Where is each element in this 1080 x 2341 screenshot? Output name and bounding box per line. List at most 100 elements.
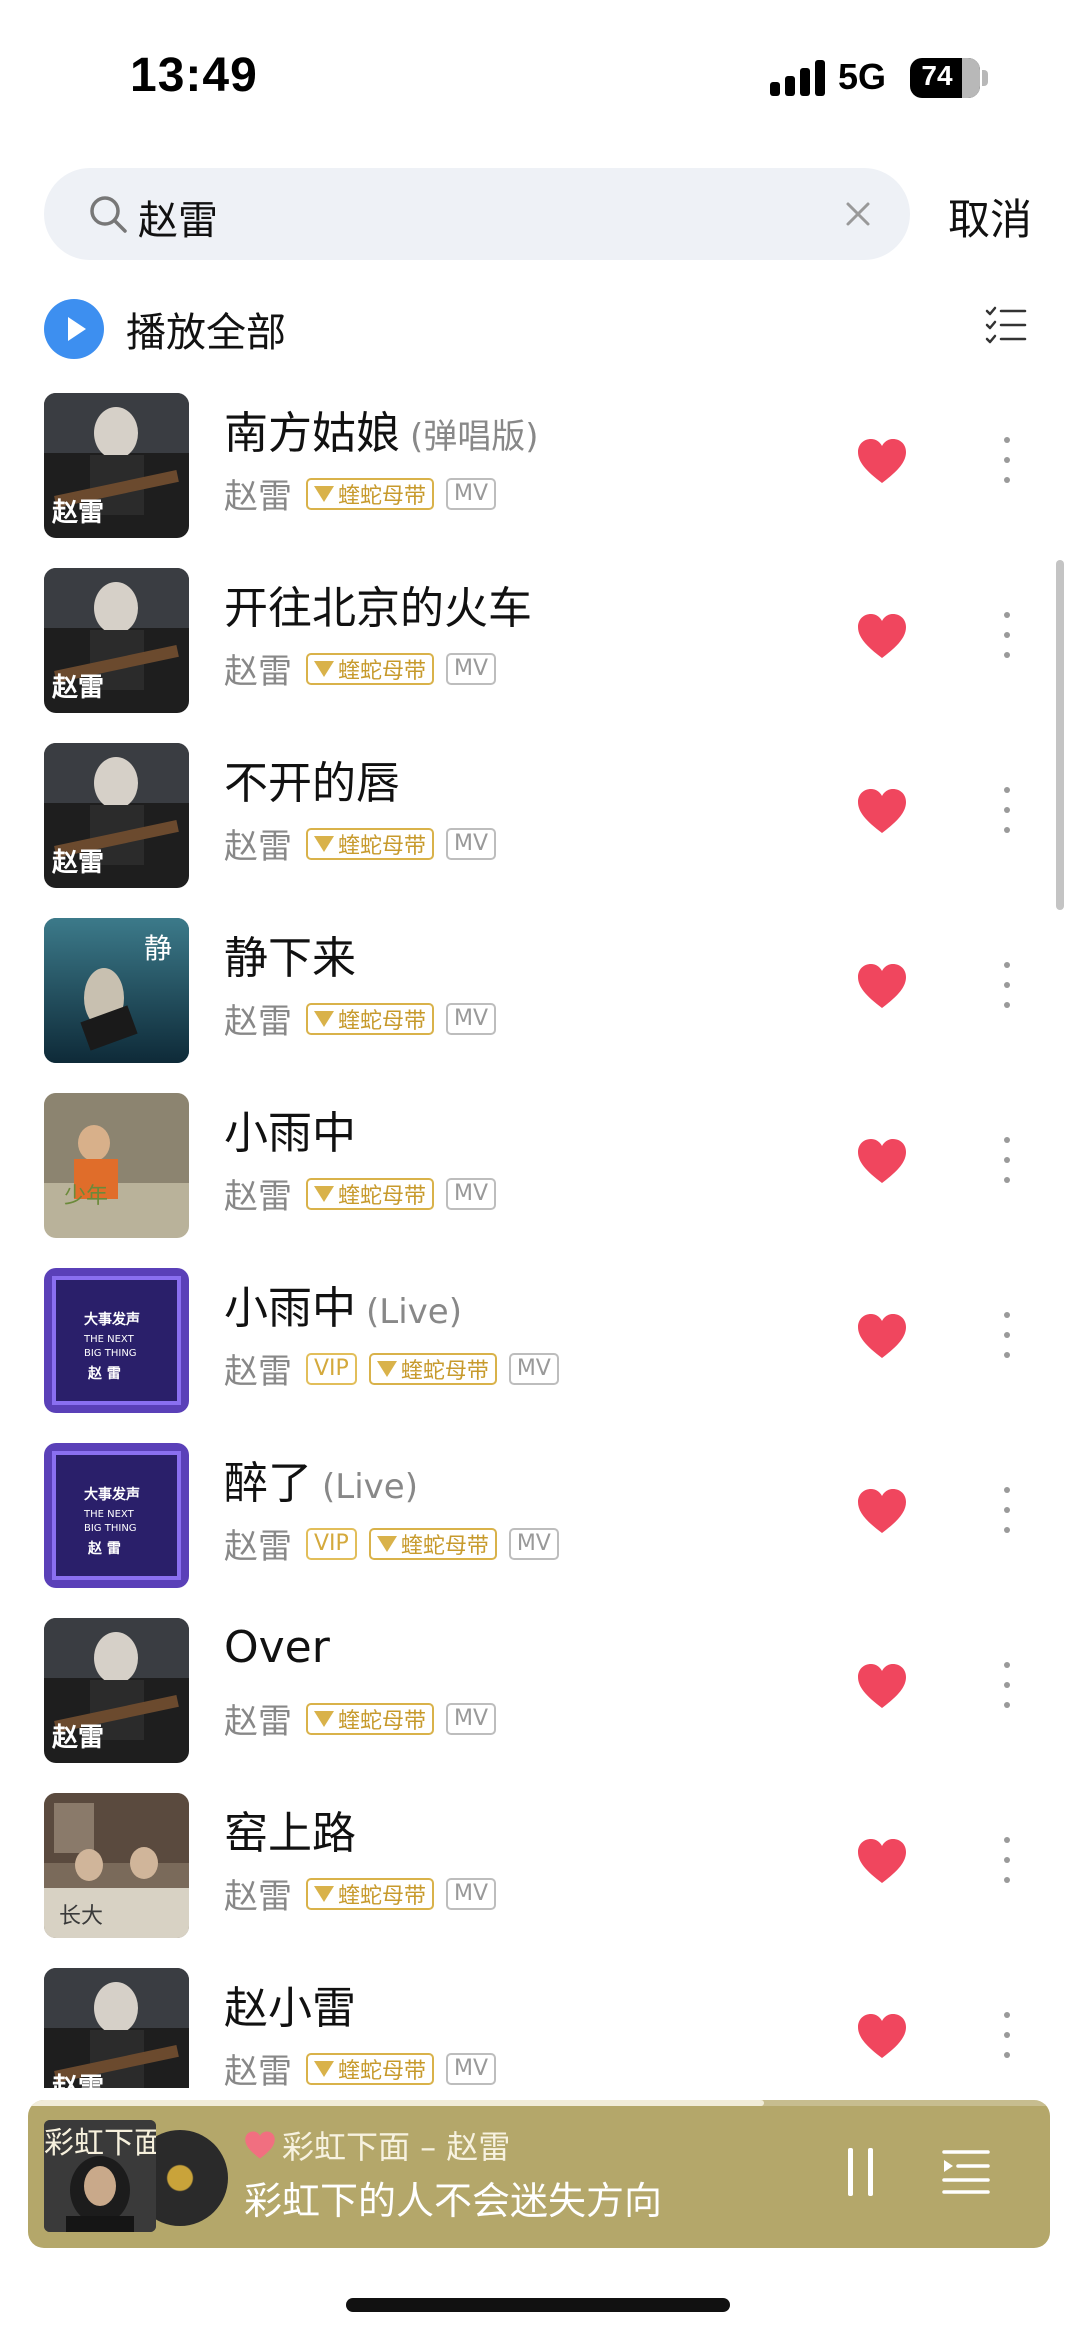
search-input[interactable]: 赵雷 [44,168,910,260]
playlist-icon[interactable] [940,2144,992,2196]
svg-text:赵雷: 赵雷 [51,1723,104,1753]
cancel-button[interactable]: 取消 [948,186,1032,247]
svg-text:BIG THING: BIG THING [84,1523,137,1534]
status-time: 13:49 [130,49,258,102]
album-cover[interactable]: 赵雷 [44,1618,189,1763]
viper-icon [314,1010,334,1027]
more-icon[interactable] [1002,962,1012,1012]
more-icon[interactable] [1002,1312,1012,1362]
song-row[interactable]: 大事发声 THE NEXT BIG THING 赵 雷 小雨中 (Live) 赵雷 VIP 蝰蛇… [0,1263,1080,1438]
svg-text:长大: 长大 [59,1904,103,1929]
heart-icon[interactable] [856,2012,908,2060]
song-row[interactable]: 赵雷 南方姑娘 (弹唱版) 赵雷 蝰蛇母带 MV [0,388,1080,563]
quality-badge: 蝰蛇母带 [306,652,435,685]
song-version: (Live) [322,1467,418,1507]
svg-text:赵 雷: 赵 雷 [87,1540,121,1557]
quality-badge-label: 蝰蛇母带 [338,1708,427,1734]
artist-name: 赵雷 [224,1352,292,1392]
more-icon[interactable] [1002,437,1012,487]
more-icon[interactable] [1002,612,1012,662]
vip-badge: VIP [306,1352,357,1385]
heart-icon[interactable] [244,2130,276,2160]
quality-badge: 蝰蛇母带 [368,1352,497,1385]
song-title: 醉了 (Live) [224,1447,418,1511]
scrollbar[interactable] [1056,560,1064,910]
artist-name: 赵雷 [224,1177,292,1217]
quality-badge-label: 蝰蛇母带 [338,1883,427,1909]
multi-select-icon[interactable] [984,304,1028,348]
svg-text:大事发声: 大事发声 [84,1311,140,1328]
progress-fill [28,2100,764,2106]
artist-name: 赵雷 [224,1877,292,1917]
song-title: 小雨中 (Live) [224,1272,462,1336]
mv-badge[interactable]: MV [446,477,497,510]
heart-icon[interactable] [856,1662,908,1710]
album-cover[interactable]: 长大 [44,1793,189,1938]
album-cover[interactable]: 赵雷 [44,393,189,538]
heart-icon[interactable] [856,962,908,1010]
mv-badge[interactable]: MV [446,827,497,860]
artist-name: 赵雷 [224,2052,292,2088]
album-cover[interactable]: 少年 [44,1093,189,1238]
heart-icon[interactable] [856,1312,908,1360]
playback-progress[interactable] [28,2100,1050,2106]
song-row[interactable]: 赵雷 不开的唇赵雷 蝰蛇母带 MV [0,738,1080,913]
album-cover[interactable]: 赵雷 [44,568,189,713]
song-row[interactable]: 大事发声 THE NEXT BIG THING 赵 雷 醉了 (Live) 赵雷 VIP 蝰蛇母… [0,1438,1080,1613]
heart-icon[interactable] [856,1837,908,1885]
mini-player[interactable]: 彩虹下面 彩虹下面 – 赵雷 彩虹下的人不会迷失方向 [28,2100,1050,2248]
mv-badge[interactable]: MV [508,1352,559,1385]
mv-badge[interactable]: MV [446,2052,497,2085]
more-icon[interactable] [1002,1137,1012,1187]
quality-badge-label: 蝰蛇母带 [338,2058,427,2084]
mv-badge[interactable]: MV [446,1877,497,1910]
mini-cover-art[interactable]: 彩虹下面 [44,2120,156,2232]
mv-badge[interactable]: MV [508,1527,559,1560]
song-row[interactable]: 长大 窑上路 赵雷 蝰蛇母带 MV [0,1788,1080,1963]
more-icon[interactable] [1002,1837,1012,1887]
song-row[interactable]: 少年 小雨中 赵雷 蝰蛇母带 MV [0,1088,1080,1263]
heart-icon[interactable] [856,787,908,835]
artist-name: 赵雷 [224,652,292,692]
quality-badge: 蝰蛇母带 [306,477,435,510]
mv-badge[interactable]: MV [446,1177,497,1210]
heart-icon[interactable] [856,437,908,485]
quality-badge-label: 蝰蛇母带 [338,658,427,684]
home-indicator[interactable] [346,2298,730,2312]
song-row[interactable]: 赵雷 赵小雷 赵雷 蝰蛇母带 MV [0,1963,1080,2088]
album-cover[interactable]: 大事发声 THE NEXT BIG THING 赵 雷 [44,1268,189,1413]
song-row[interactable]: 赵雷 开往北京的火车 赵雷 蝰蛇母带 MV [0,563,1080,738]
song-row[interactable]: 静 静下来 赵雷 蝰蛇母带 MV [0,913,1080,1088]
mv-badge[interactable]: MV [446,1702,497,1735]
viper-icon [314,835,334,852]
clear-icon[interactable] [840,196,876,232]
status-bar: 13:49 5G 74 [0,0,1080,150]
search-icon [90,196,127,233]
heart-icon[interactable] [856,1137,908,1185]
pause-button[interactable] [836,2144,886,2200]
play-all-button[interactable]: 播放全部 [44,298,286,360]
song-meta: 赵雷 蝰蛇母带 MV [224,819,508,868]
svg-text:赵雷: 赵雷 [51,498,104,528]
album-cover[interactable]: 赵雷 [44,743,189,888]
quality-badge: 蝰蛇母带 [306,2052,435,2085]
mv-badge[interactable]: MV [446,1002,497,1035]
album-cover[interactable]: 静 [44,918,189,1063]
viper-icon [314,1710,334,1727]
album-cover[interactable]: 大事发声 THE NEXT BIG THING 赵 雷 [44,1443,189,1588]
heart-icon[interactable] [856,1487,908,1535]
song-title-text: 不开的唇 [224,758,400,809]
song-row[interactable]: 赵雷 Over 赵雷 蝰蛇母带 MV [0,1613,1080,1788]
song-version: (弹唱版) [410,417,539,457]
album-cover[interactable]: 赵雷 [44,1968,189,2088]
svg-text:少年: 少年 [64,1184,108,1209]
more-icon[interactable] [1002,1487,1012,1537]
more-icon[interactable] [1002,1662,1012,1712]
signal-icon [770,60,826,96]
song-list[interactable]: 赵雷 南方姑娘 (弹唱版) 赵雷 蝰蛇母带 MV 赵雷 开往北京的火车 赵雷 蝰蛇母带 MV 赵雷 不开… [0,388,1080,2088]
more-icon[interactable] [1002,2012,1012,2062]
mv-badge[interactable]: MV [446,652,497,685]
more-icon[interactable] [1002,787,1012,837]
heart-icon[interactable] [856,612,908,660]
song-meta: 赵雷 VIP 蝰蛇母带 MV [224,1519,571,1568]
